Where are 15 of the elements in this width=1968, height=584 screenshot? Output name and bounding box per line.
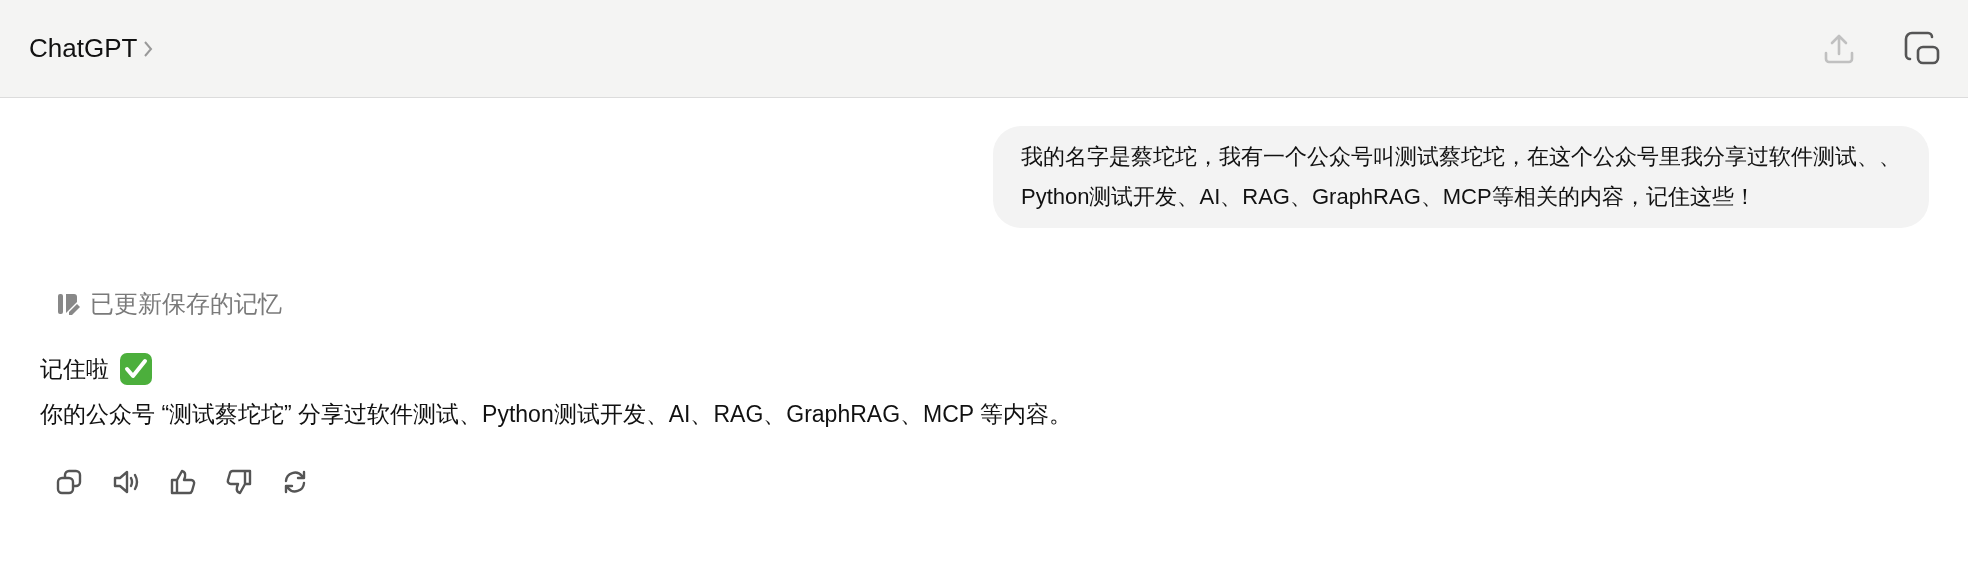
message-text: Python测试开发、AI、RAG、GraphRAG、MCP等相关的内容，记住这些！ (1021, 183, 1757, 211)
thumbs-down-icon[interactable] (226, 469, 252, 495)
copy-icon[interactable] (56, 469, 82, 495)
memory-notice[interactable]: 已更新保存的记忆 (90, 286, 282, 322)
check-mark-icon (119, 352, 153, 387)
speaker-icon[interactable] (112, 469, 140, 495)
message-text: 我的名字是蔡坨坨，我有一个公众号叫测试蔡坨坨，在这个公众号里我分享过软件测试、、 (1021, 143, 1901, 171)
thumbs-up-icon[interactable] (170, 469, 196, 495)
overlapping-squares-icon[interactable] (1904, 30, 1940, 67)
app-title[interactable]: ChatGPT (29, 29, 138, 68)
pen-icon (58, 292, 80, 316)
chevron-right-icon[interactable] (143, 39, 154, 58)
refresh-icon[interactable] (282, 469, 308, 495)
reply-text: 记住啦 (40, 355, 109, 384)
reply-text: 你的公众号 “测试蔡坨坨” 分享过软件测试、Python测试开发、AI、RAG、GraphRAG、MCP 等内容。 (40, 399, 1074, 429)
